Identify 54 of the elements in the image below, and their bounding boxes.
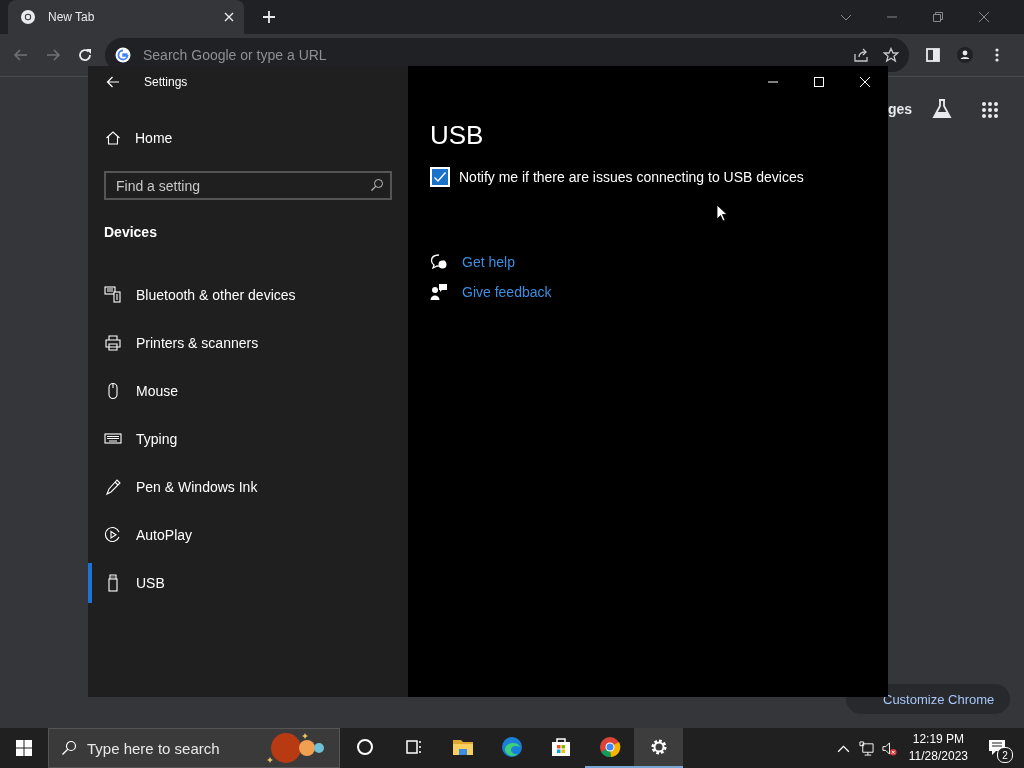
nav-item[interactable]: Typing (88, 419, 408, 459)
settings-taskbar-button[interactable] (634, 728, 683, 768)
home-nav-item[interactable]: Home (88, 118, 408, 158)
search-icon (61, 740, 77, 756)
back-icon[interactable] (106, 75, 120, 89)
checkbox[interactable] (430, 167, 450, 187)
clock-time: 12:19 PM (912, 731, 965, 748)
help-chat-icon (430, 253, 448, 271)
network-icon[interactable] (858, 740, 874, 756)
reload-icon[interactable] (77, 47, 93, 63)
window-title: Settings (144, 75, 188, 89)
nav-item[interactable]: Bluetooth & other devices (88, 275, 408, 315)
clock[interactable]: 12:19 PM 11/28/2023 (908, 731, 968, 765)
taskbar-search-field[interactable]: Type here to search (48, 728, 340, 768)
printer-icon (104, 334, 122, 352)
clock-date: 11/28/2023 (908, 748, 968, 765)
tab-title: New Tab (48, 10, 96, 24)
edge-icon (500, 736, 523, 758)
chrome-icon (20, 9, 36, 25)
play-circle-icon (104, 526, 122, 544)
muted-speaker-icon[interactable] (881, 740, 897, 756)
profile-icon[interactable] (957, 47, 973, 63)
mouse-cursor-icon (716, 204, 728, 222)
nav-item[interactable]: AutoPlay (88, 515, 408, 555)
images-link[interactable]: ges (888, 101, 913, 117)
notification-count: 2 (997, 747, 1013, 763)
link[interactable]: Give feedback (462, 284, 552, 300)
apps-grid-icon[interactable] (981, 101, 999, 119)
share-icon[interactable] (853, 47, 869, 63)
google-icon (115, 47, 131, 63)
side-panel-icon[interactable] (925, 47, 941, 63)
flask-icon[interactable] (931, 98, 953, 120)
store-bag-icon (549, 736, 572, 758)
home-icon (105, 130, 121, 146)
windows-start-icon[interactable] (16, 740, 32, 756)
search-icon[interactable] (370, 178, 384, 192)
chrome-icon (598, 736, 621, 758)
checkbox-label: Notify me if there are issues connecting to USB devices (459, 169, 804, 185)
link[interactable]: Get help (462, 254, 515, 270)
section-heading: Devices (104, 224, 158, 240)
page-title: USB (430, 120, 485, 151)
forward-icon[interactable] (45, 47, 61, 63)
star-icon[interactable] (883, 47, 899, 63)
pen-icon (104, 478, 122, 496)
restore-icon[interactable] (932, 11, 944, 23)
nav-item[interactable]: Pen & Windows Ink (88, 467, 408, 507)
search-field[interactable]: Find a setting (104, 171, 392, 200)
nav-item[interactable]: Printers & scanners (88, 323, 408, 363)
browser-tab[interactable]: New Tab (8, 0, 244, 34)
new-tab-icon[interactable] (262, 10, 276, 24)
nav-item[interactable]: Mouse (88, 371, 408, 411)
maximize-icon[interactable] (813, 76, 825, 88)
feedback-person-icon (430, 283, 448, 301)
devices-icon (104, 286, 122, 304)
